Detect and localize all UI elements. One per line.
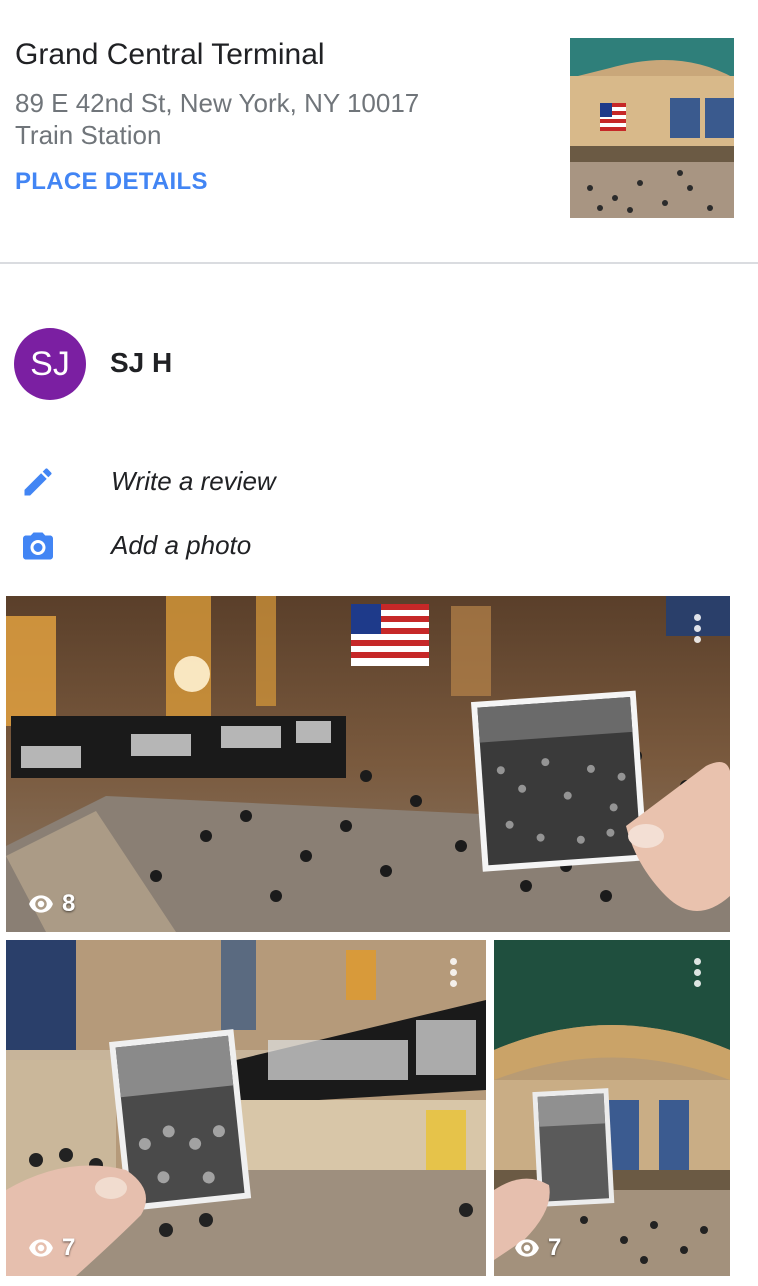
- place-name: Grand Central Terminal: [15, 38, 325, 71]
- view-count-value: 7: [62, 1234, 76, 1261]
- departures-board-photo: [6, 940, 486, 1276]
- eye-icon: [29, 895, 53, 913]
- place-details-link[interactable]: PLACE DETAILS: [15, 168, 208, 196]
- photo-tile[interactable]: 7: [6, 940, 486, 1276]
- place-category: Train Station: [15, 120, 162, 150]
- write-review-button[interactable]: Write a review: [0, 456, 400, 506]
- view-count: 8: [28, 890, 75, 918]
- photo-tile[interactable]: 8: [6, 596, 730, 932]
- pencil-icon: [24, 468, 52, 496]
- section-divider: [0, 262, 758, 264]
- view-count: 7: [28, 1234, 75, 1262]
- camera-icon: [23, 532, 53, 560]
- photo-tile[interactable]: 7: [494, 940, 730, 1276]
- view-count-value: 7: [548, 1234, 562, 1261]
- place-thumbnail[interactable]: [570, 38, 734, 218]
- place-address: 89 E 42nd St, New York, NY 10017: [15, 88, 420, 118]
- eye-icon: [515, 1239, 539, 1257]
- view-count: 7: [514, 1234, 561, 1262]
- more-options-icon[interactable]: [692, 614, 702, 654]
- more-options-icon[interactable]: [692, 958, 702, 998]
- avatar: SJ: [14, 328, 86, 400]
- add-photo-label: Add a photo: [111, 530, 252, 560]
- user-name: SJ H: [110, 347, 173, 378]
- avatar-initials: SJ: [30, 344, 70, 383]
- more-options-icon[interactable]: [448, 958, 458, 998]
- write-review-label: Write a review: [111, 466, 276, 496]
- view-count-value: 8: [62, 890, 76, 917]
- concourse-photo: [6, 596, 730, 932]
- eye-icon: [29, 1239, 53, 1257]
- grand-central-interior-photo: [570, 38, 734, 218]
- add-photo-button[interactable]: Add a photo: [0, 520, 400, 570]
